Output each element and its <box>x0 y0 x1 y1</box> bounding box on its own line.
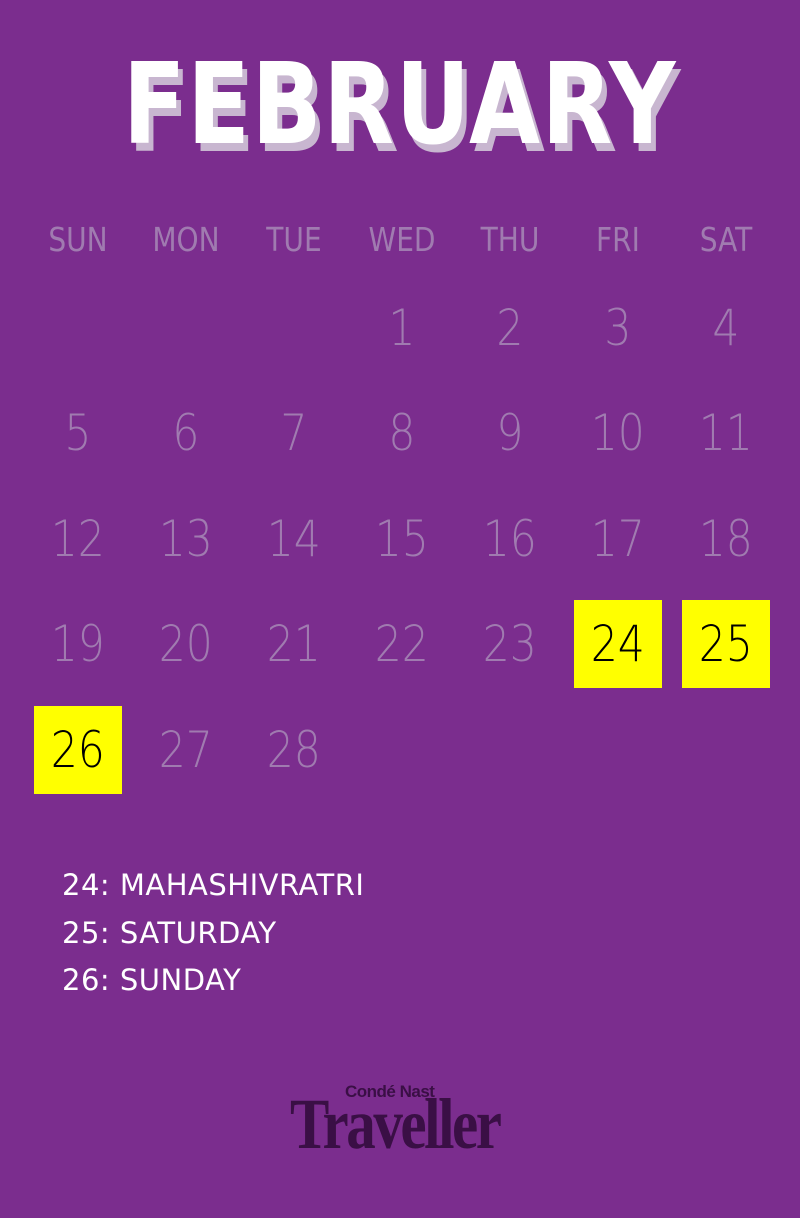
day-number: 11 <box>698 404 754 463</box>
day-number: 9 <box>496 404 524 463</box>
day-number: 2 <box>496 298 524 357</box>
calendar-day: 28 <box>240 697 348 803</box>
holiday-notes: 24: MAHASHIVRATRI 25: SATURDAY 26: SUNDA… <box>62 862 662 1005</box>
calendar-day: 19 <box>24 592 132 698</box>
day-number: 12 <box>50 509 106 568</box>
holiday-note: 25: SATURDAY <box>62 915 277 950</box>
weekday-label: SAT <box>699 220 753 259</box>
day-number: 15 <box>374 509 430 568</box>
day-number: 25 <box>698 615 754 674</box>
calendar-day: 22 <box>348 592 456 698</box>
day-number: 22 <box>374 615 430 674</box>
day-number: 24 <box>590 615 646 674</box>
day-number: 17 <box>590 509 646 568</box>
empty-cell <box>348 697 456 803</box>
calendar-day: 10 <box>564 381 672 487</box>
month-title: FEBRUARY <box>122 40 678 170</box>
day-number: 4 <box>712 298 740 357</box>
day-number: 8 <box>388 404 416 463</box>
day-number: 20 <box>158 615 214 674</box>
day-number: 3 <box>604 298 632 357</box>
calendar-day: 27 <box>132 697 240 803</box>
weekday-label: MON <box>152 220 220 259</box>
calendar-day: 23 <box>456 592 564 698</box>
calendar-day-highlighted: 24 <box>574 600 662 689</box>
calendar-day: 21 <box>240 592 348 698</box>
calendar-day: 9 <box>456 381 564 487</box>
day-number: 14 <box>266 509 322 568</box>
conde-nast-traveller-logo: Condé Nast Traveller <box>290 1082 520 1172</box>
calendar-day: 15 <box>348 486 456 592</box>
calendar-day: 20 <box>132 592 240 698</box>
calendar-day-highlighted: 26 <box>34 705 122 794</box>
calendar-day: 17 <box>564 486 672 592</box>
calendar-day: 12 <box>24 486 132 592</box>
day-number: 27 <box>158 720 214 779</box>
empty-cell <box>132 275 240 381</box>
weekday-label: THU <box>480 220 540 259</box>
day-number: 18 <box>698 509 754 568</box>
empty-cell <box>24 275 132 381</box>
day-number: 13 <box>158 509 214 568</box>
weekday-label: SUN <box>48 220 108 259</box>
calendar-day: 3 <box>564 275 672 381</box>
calendar-day: 13 <box>132 486 240 592</box>
empty-cell <box>240 275 348 381</box>
holiday-note: 24: MAHASHIVRATRI <box>62 868 365 902</box>
day-number: 19 <box>50 615 106 674</box>
calendar-grid: 1 2 3 4 5 6 7 8 9 10 11 12 13 14 15 16 1… <box>24 275 780 803</box>
calendar-day: 2 <box>456 275 564 381</box>
calendar-day: 16 <box>456 486 564 592</box>
day-number: 6 <box>172 404 200 463</box>
calendar-day: 8 <box>348 381 456 487</box>
calendar-day: 7 <box>240 381 348 487</box>
day-number: 1 <box>388 298 416 357</box>
calendar-day-highlighted: 25 <box>682 600 770 689</box>
day-number: 16 <box>482 509 538 568</box>
day-number: 26 <box>50 720 106 779</box>
day-number: 28 <box>266 720 322 779</box>
weekday-label: WED <box>368 220 436 259</box>
day-number: 21 <box>266 615 322 674</box>
empty-cell <box>564 697 672 803</box>
calendar-day: 18 <box>672 486 780 592</box>
calendar-day: 1 <box>348 275 456 381</box>
calendar-day: 6 <box>132 381 240 487</box>
calendar-day: 4 <box>672 275 780 381</box>
day-number: 23 <box>482 615 538 674</box>
calendar-day: 14 <box>240 486 348 592</box>
holiday-note: 26: SUNDAY <box>62 963 242 997</box>
logo-title: Traveller <box>290 1084 502 1164</box>
calendar-day: 5 <box>24 381 132 487</box>
day-number: 5 <box>64 404 92 463</box>
day-number: 7 <box>280 404 308 463</box>
empty-cell <box>672 697 780 803</box>
weekday-label: FRI <box>596 220 640 259</box>
day-number: 10 <box>590 404 646 463</box>
calendar-day: 11 <box>672 381 780 487</box>
empty-cell <box>456 697 564 803</box>
weekday-label: TUE <box>266 220 322 259</box>
weekday-header: SUN MON TUE WED THU FRI SAT <box>24 215 780 265</box>
